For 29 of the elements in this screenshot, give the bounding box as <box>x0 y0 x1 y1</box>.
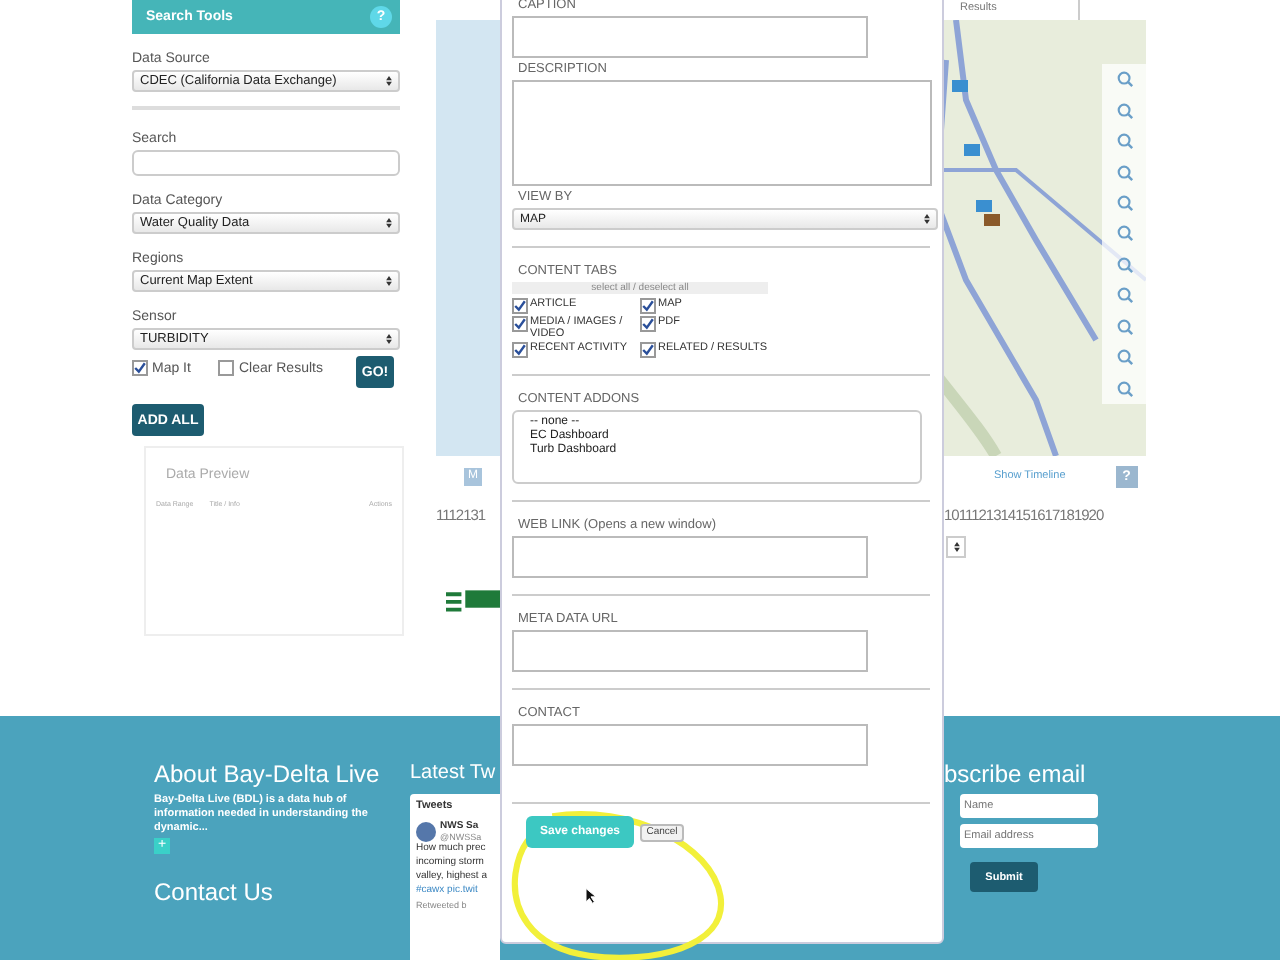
caret-icon <box>386 218 392 228</box>
caret-icon <box>953 541 959 551</box>
checkbox[interactable] <box>132 360 148 376</box>
caret-icon <box>386 334 392 344</box>
checkbox[interactable] <box>512 316 528 332</box>
checkbox[interactable] <box>512 298 528 314</box>
checkbox[interactable] <box>640 316 656 332</box>
section-title: bscribe email <box>944 760 1086 788</box>
description-field[interactable] <box>512 80 932 186</box>
text-field[interactable] <box>512 16 868 58</box>
section-title: Contact Us <box>154 878 273 906</box>
cursor-icon <box>586 888 596 904</box>
avatar-icon <box>416 821 436 841</box>
checkbox[interactable] <box>512 342 528 358</box>
section-title: Latest Tw <box>410 760 498 788</box>
section-title: About Bay-Delta Live <box>154 760 380 788</box>
caret-icon <box>924 214 930 224</box>
caret-icon <box>386 76 392 86</box>
checkbox[interactable] <box>640 298 656 314</box>
small-select[interactable] <box>946 535 966 557</box>
search-field[interactable] <box>132 150 400 176</box>
logo-icon <box>446 588 500 612</box>
text-field[interactable] <box>512 536 868 578</box>
caret-icon <box>386 276 392 286</box>
checkbox[interactable] <box>640 342 656 358</box>
checkbox[interactable] <box>218 360 235 376</box>
text-field[interactable] <box>512 724 868 766</box>
search-icon[interactable] <box>1115 379 1133 398</box>
text-field[interactable] <box>512 630 868 672</box>
